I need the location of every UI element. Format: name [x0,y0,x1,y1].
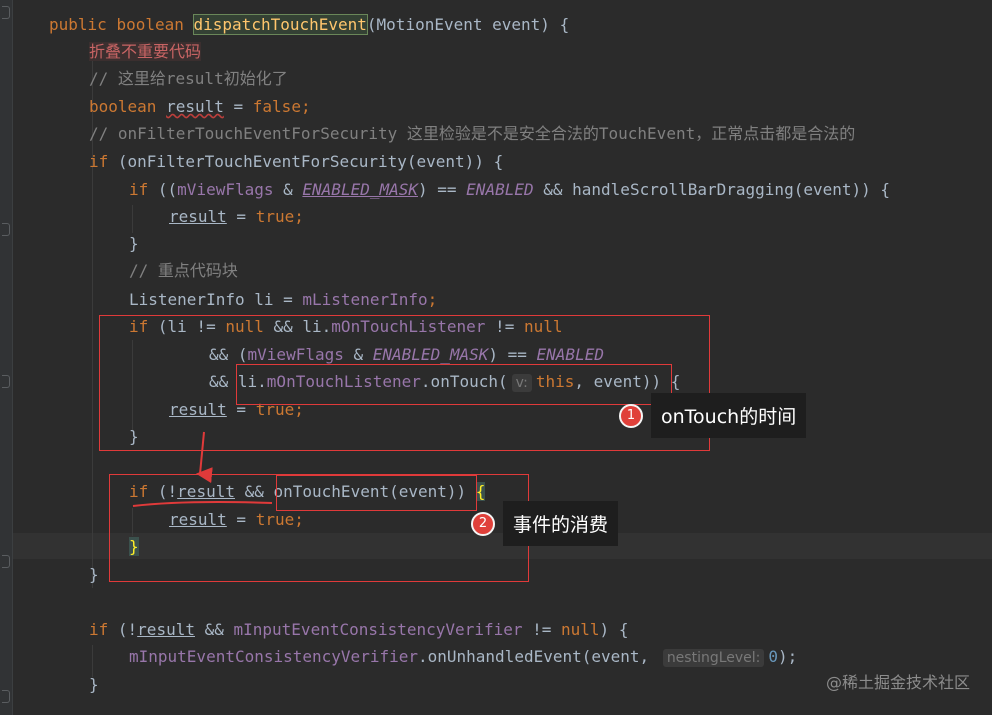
code-line-comment: // 这里给result初始化了 [89,69,288,88]
indent-guide [132,508,133,536]
code-line-ontouch-call: && li.mOnTouchListener.onTouch(v: this, e… [209,372,681,392]
code-line-brace: } [129,427,139,446]
code-line-result-true: result = true; [169,510,304,529]
callout-event-consume: 2 事件的消费 [471,501,619,546]
code-line-comment: // onFilterTouchEventForSecurity 这里检验是不是… [89,124,856,143]
indent-guide [132,340,133,430]
code-line-brace: } [129,234,139,253]
fold-marker[interactable] [2,6,10,19]
code-line-method-signature: public boolean dispatchTouchEvent(Motion… [49,14,570,35]
annotation-arrow [196,431,213,484]
code-line-folded-region[interactable]: 折叠不重要代码 [89,40,202,64]
code-line-unhandled-event: mInputEventConsistencyVerifier.onUnhandl… [129,647,798,667]
code-line-brace: } [89,565,99,584]
code-line-declare-result: boolean result = false; [89,97,311,116]
code-line-if-scrollbar: if ((mViewFlags & ENABLED_MASK) == ENABL… [129,180,891,199]
watermark: @稀土掘金技术社区 [825,673,970,692]
code-line-if-verifier: if (!result && mInputEventConsistencyVer… [89,620,629,639]
code-line-if-ontouchevent: if (!result && onTouchEvent(event)) { [129,482,486,501]
callout-label: onTouch的时间 [651,393,807,438]
code-line-brace: } [89,675,99,694]
method-name-highlight: dispatchTouchEvent [192,14,368,35]
code-line-result-true: result = true; [169,400,304,419]
code-line-if-listener: if (li != null && li.mOnTouchListener !=… [129,317,563,336]
folded-code-block: 折叠不重要代码 [89,42,202,61]
callout-ontouch: 1 onTouch的时间 [619,393,807,438]
callout-number-badge: 2 [471,511,495,536]
fold-marker[interactable] [2,375,10,388]
code-line-listener-info: ListenerInfo li = mListenerInfo; [129,290,438,309]
indent-guide [132,205,133,233]
callout-label: 事件的消费 [503,501,619,546]
code-line-brace-caret: } [129,537,139,556]
editor-gutter [0,0,13,715]
fold-marker[interactable] [2,690,10,703]
fold-marker[interactable] [2,555,10,568]
code-line-result-true: result = true; [169,207,304,226]
code-line-comment: // 重点代码块 [129,261,238,280]
fold-marker[interactable] [2,223,10,236]
callout-number-badge: 1 [619,403,643,428]
param-hint-nesting-level: nestingLevel: [662,649,765,667]
code-line-if-security: if (onFilterTouchEventForSecurity(event)… [89,152,504,171]
code-line-and-flags: && (mViewFlags & ENABLED_MASK) == ENABLE… [209,345,604,364]
param-hint-v: v: [511,374,532,392]
